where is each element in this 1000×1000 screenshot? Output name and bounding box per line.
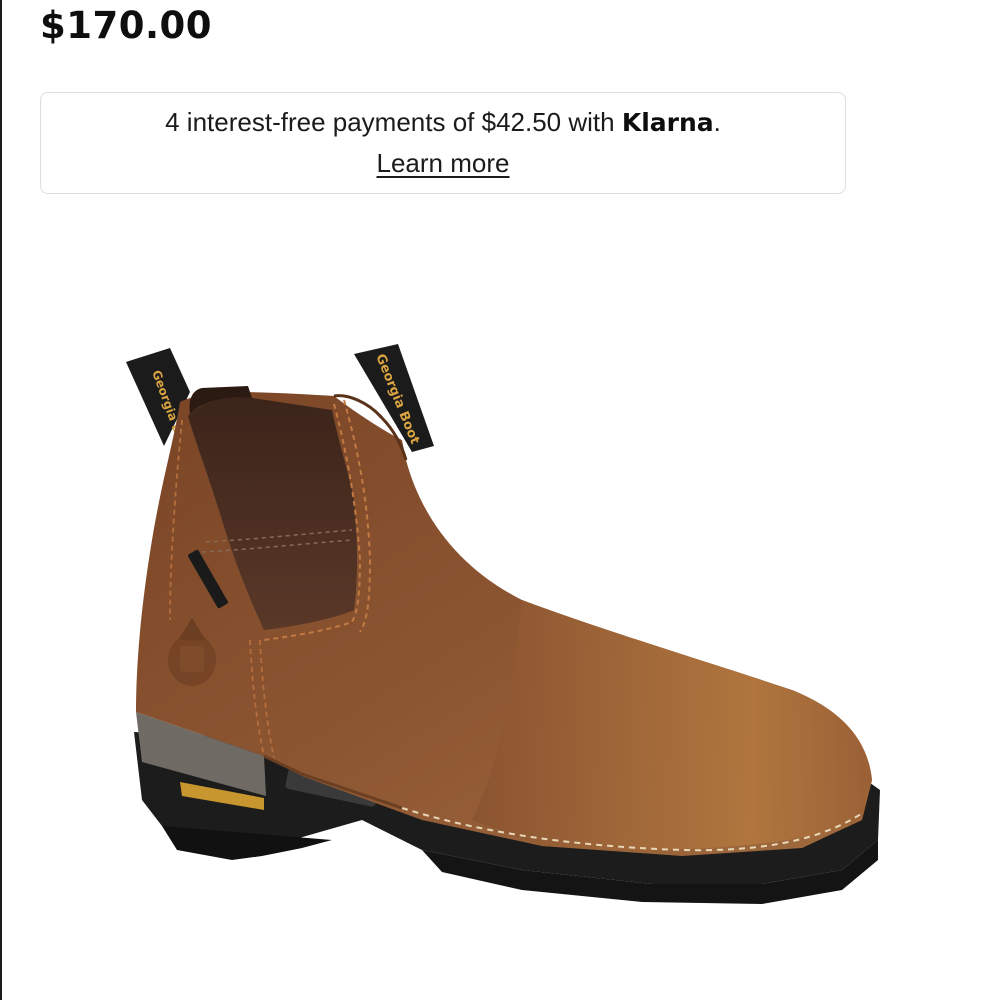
product-image[interactable]: Georgia Boot Georgia Boot	[102, 330, 902, 930]
learn-more-link[interactable]: Learn more	[377, 148, 510, 178]
klarna-logo-text: Klarna	[621, 108, 714, 137]
klarna-message-prefix: 4 interest-free payments of $42.50 with	[165, 107, 622, 137]
boot-toe	[472, 600, 872, 850]
product-page: $170.00 4 interest-free payments of $42.…	[0, 0, 1000, 1000]
klarna-message-suffix: .	[713, 107, 721, 137]
klarna-payment-banner: 4 interest-free payments of $42.50 with …	[40, 92, 846, 194]
klarna-message: 4 interest-free payments of $42.50 with …	[41, 102, 845, 143]
product-price: $170.00	[40, 4, 213, 47]
